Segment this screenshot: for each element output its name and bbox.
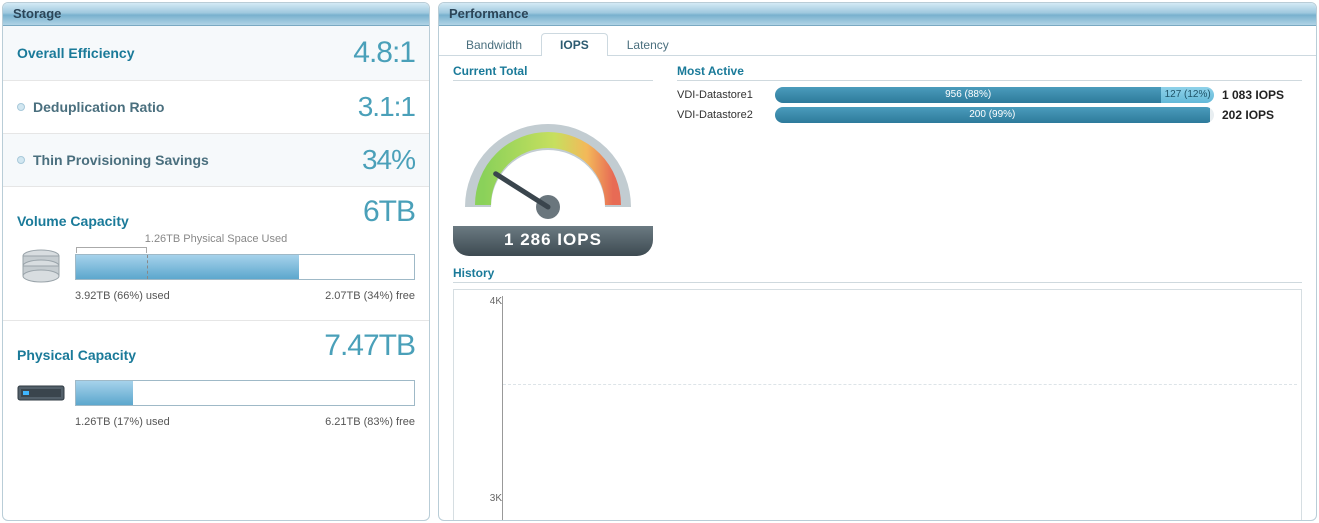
disk-stack-icon [17,247,65,287]
gauge-reading: 1 286 IOPS [453,226,653,256]
current-total-section: Current Total 1 286 IO [453,64,653,256]
bullet-icon [17,103,25,111]
physical-capacity-block: Physical Capacity 7.47TB 1.26TB (17%) us… [3,321,429,446]
performance-panel: Performance Bandwidth IOPS Latency Curre… [438,2,1317,521]
iops-gauge [453,87,643,227]
physical-capacity-value: 7.47TB [324,329,415,363]
physical-capacity-bar [75,380,415,406]
datastore-name: VDI-Datastore1 [677,89,767,101]
volume-capacity-bar [75,254,415,280]
physical-used-fill [76,381,133,405]
datastore-total: 202 IOPS [1222,108,1302,122]
tab-latency[interactable]: Latency [608,33,688,56]
current-total-label: Current Total [453,64,653,81]
thin-row: Thin Provisioning Savings 34% [3,134,429,187]
dedup-value: 3.1:1 [358,91,415,123]
datastore-name: VDI-Datastore2 [677,109,767,121]
dedup-label: Deduplication Ratio [17,99,164,115]
overall-efficiency-label: Overall Efficiency [17,45,135,61]
volume-used-text: 3.92TB (66%) used [75,290,170,302]
tab-bandwidth[interactable]: Bandwidth [447,33,541,56]
dedup-row: Deduplication Ratio 3.1:1 [3,81,429,134]
volume-capacity-hint: 1.26TB Physical Space Used [17,233,415,245]
perf-tabs: Bandwidth IOPS Latency [439,26,1316,56]
history-section: History IOPS 4K3K2K1K0 07:1007:1507:2007… [453,266,1302,521]
chart-plot [502,296,1297,521]
datastore-total: 1 083 IOPS [1222,88,1302,102]
datastore-bar: 956 (88%)127 (12%) [775,87,1214,103]
physical-free-text: 6.21TB (83%) free [325,416,415,428]
bullet-icon [17,156,25,164]
volume-capacity-value: 6TB [363,195,415,229]
volume-physical-bracket [76,247,147,253]
datastore-row: VDI-Datastore1 956 (88%)127 (12%) 1 083 IO… [677,87,1302,103]
physical-capacity-label: Physical Capacity [17,347,136,363]
most-active-section: Most Active VDI-Datastore1 956 (88%)127 (… [677,64,1302,256]
volume-used-fill [76,255,299,279]
volume-capacity-block: Volume Capacity 6TB 1.26TB Physical Spac… [3,187,429,321]
storage-title: Storage [3,3,429,26]
datastore-main-segment: 956 (88%) [775,87,1161,103]
history-label: History [453,266,1302,283]
thin-value: 34% [362,144,415,176]
chassis-icon [17,373,65,413]
tab-iops[interactable]: IOPS [541,33,608,56]
datastore-main-segment: 200 (99%) [775,107,1210,123]
most-active-label: Most Active [677,64,1302,81]
overall-efficiency-value: 4.8:1 [353,36,415,70]
chart-yaxis: 4K3K2K1K0 [472,296,502,521]
storage-panel: Storage Overall Efficiency 4.8:1 Dedupli… [2,2,430,521]
volume-physical-marker [147,255,148,279]
datastore-sec-segment: 127 (12%) [1161,87,1214,103]
datastore-bar: 200 (99%) [775,107,1214,123]
thin-label: Thin Provisioning Savings [17,152,209,168]
volume-capacity-label: Volume Capacity [17,213,129,229]
physical-used-text: 1.26TB (17%) used [75,416,170,428]
iops-history-chart: IOPS 4K3K2K1K0 [453,289,1302,521]
datastore-row: VDI-Datastore2 200 (99%) 202 IOPS [677,107,1302,123]
volume-free-text: 2.07TB (34%) free [325,290,415,302]
performance-title: Performance [439,3,1316,26]
overall-efficiency-row: Overall Efficiency 4.8:1 [3,26,429,81]
